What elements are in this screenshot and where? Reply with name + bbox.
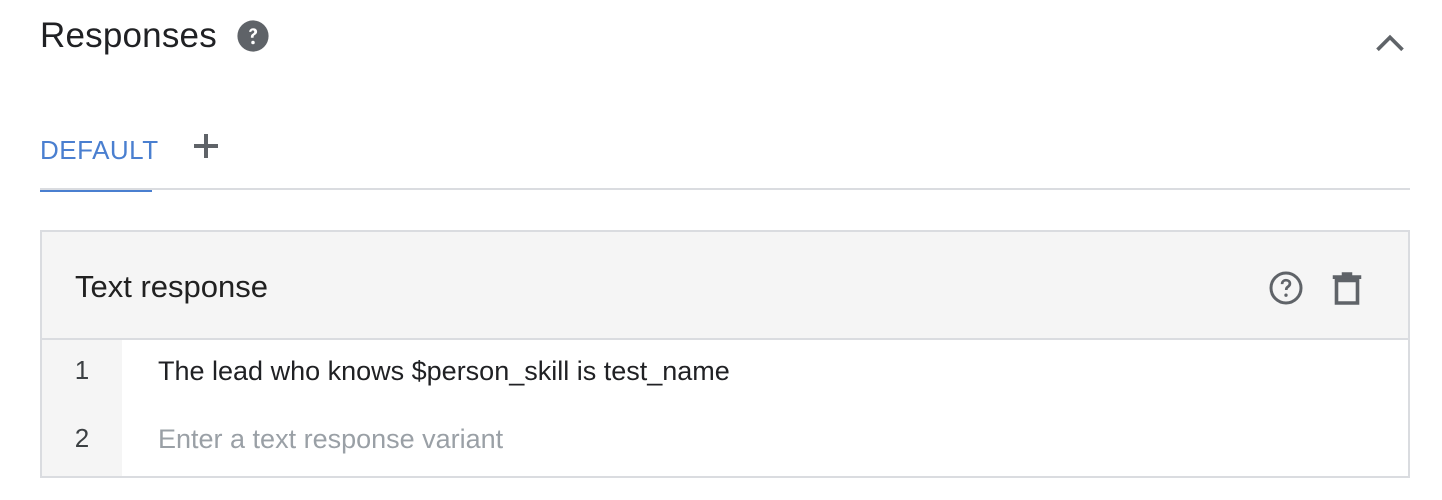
section-header: Responses <box>40 10 1410 70</box>
tab-bar: DEFAULT <box>40 118 1410 192</box>
card-title: Text response <box>75 269 268 304</box>
response-rows: 1 2 <box>42 340 1408 476</box>
text-response-card: Text response 1 2 <box>40 230 1410 478</box>
chevron-up-icon[interactable] <box>1370 24 1410 64</box>
row-number: 1 <box>74 355 90 385</box>
row-number: 2 <box>74 423 90 453</box>
tab-active-indicator <box>40 190 152 192</box>
tab-default-label: DEFAULT <box>40 135 159 165</box>
tab-default[interactable]: DEFAULT <box>40 118 158 192</box>
help-circle-outline-icon[interactable] <box>1268 270 1304 306</box>
responses-panel: Responses DEFAULT Text response 1 The le… <box>0 0 1442 500</box>
trash-icon[interactable] <box>1330 270 1364 306</box>
plus-icon[interactable] <box>190 130 222 162</box>
response-variant-input[interactable] <box>158 354 1358 388</box>
card-header: Text response <box>42 232 1408 340</box>
help-circle-filled-icon[interactable] <box>236 19 270 53</box>
section-title: Responses <box>40 16 217 55</box>
new-response-variant-input[interactable] <box>158 422 1358 456</box>
response-row: 2 <box>42 408 1408 476</box>
response-row: 1 <box>42 340 1408 408</box>
